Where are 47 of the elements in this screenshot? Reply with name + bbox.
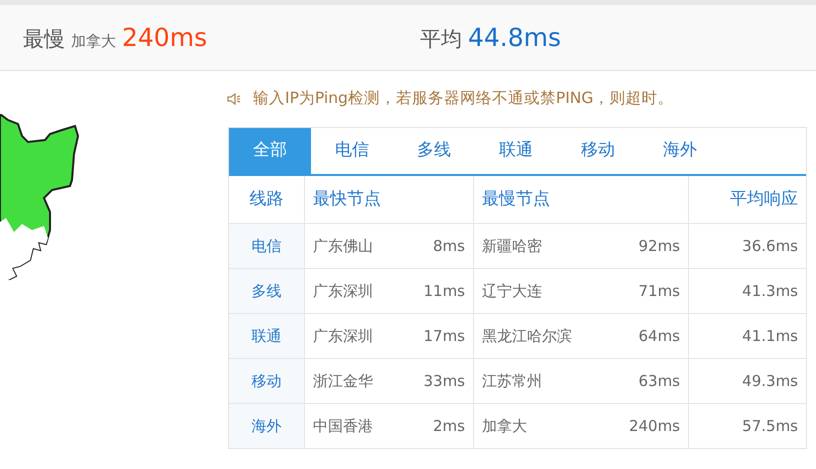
table-cell-text: 41.1ms — [742, 326, 798, 347]
table-cell-text: 17ms — [423, 326, 465, 347]
column-header: 平均响应 — [688, 176, 806, 223]
stat-label: 最慢 — [23, 26, 65, 53]
table-cell-text: 240ms — [628, 416, 680, 437]
stat-label: 平均 — [420, 26, 462, 53]
tab[interactable]: 联通 — [475, 128, 557, 174]
tab[interactable]: 多线 — [393, 128, 475, 174]
table-cell: 移动 — [229, 358, 304, 403]
table-cell: 电信 — [229, 223, 304, 268]
stat-place: 加拿大 — [71, 30, 116, 52]
table-cell-text: 71ms — [638, 280, 680, 302]
table-cell: 海外 — [229, 403, 304, 448]
table-cell-text: 辽宁大连 — [482, 280, 542, 302]
tab[interactable]: 移动 — [557, 128, 639, 174]
table-cell-text: 2ms — [433, 416, 465, 437]
column-header: 最快节点 — [304, 176, 473, 223]
table-cell-text: 64ms — [638, 326, 680, 347]
tab[interactable]: 全部 — [229, 128, 311, 174]
table-cell-text: 57.5ms — [742, 416, 798, 437]
tab[interactable]: 电信 — [311, 128, 393, 174]
table-cell-text: 41.3ms — [742, 280, 798, 302]
table-cell-text: 49.3ms — [742, 370, 798, 392]
tab[interactable]: 海外 — [639, 128, 721, 174]
stat-value: 44.8ms — [468, 22, 562, 54]
stat-value: 240ms — [122, 22, 208, 54]
table-cell-text: 11ms — [423, 280, 465, 302]
table-cell-text: 广东深圳 — [313, 280, 373, 302]
table-cell-text: 广东佛山 — [313, 236, 373, 257]
table-cell-text: 8ms — [433, 236, 465, 257]
table-cell-text: 63ms — [638, 370, 680, 392]
table-cell-text: 新疆哈密 — [482, 236, 542, 257]
table-cell-text: 加拿大 — [482, 416, 527, 437]
table-cell-text: 中国香港 — [313, 416, 373, 437]
table-cell-text: 36.6ms — [742, 236, 798, 257]
column-header: 最慢节点 — [473, 176, 688, 223]
column-header: 线路 — [248, 188, 284, 211]
table-cell-text: 黑龙江哈尔滨 — [482, 326, 572, 347]
table-cell: 联通 — [229, 313, 304, 358]
notice-text: 输入IP为Ping检测，若服务器网络不通或禁PING，则超时。 — [253, 88, 674, 110]
table-cell-text: 江苏常州 — [482, 370, 542, 392]
table-cell-text: 92ms — [638, 236, 680, 257]
table-cell-text: 浙江金华 — [313, 370, 373, 392]
table-cell-text: 33ms — [423, 370, 465, 392]
speaker-icon — [226, 91, 242, 107]
table-cell: 多线 — [229, 268, 304, 313]
table-cell-text: 广东深圳 — [313, 326, 373, 347]
